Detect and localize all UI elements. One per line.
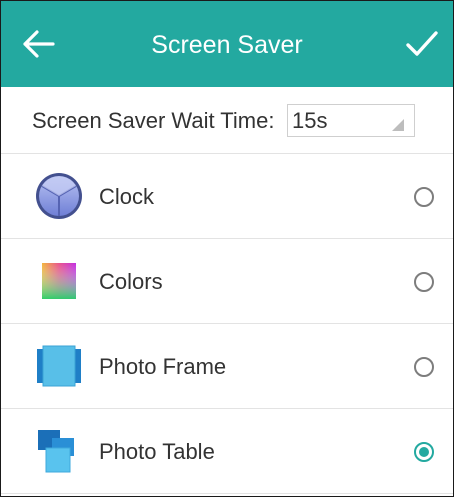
page-title: Screen Saver [151, 31, 303, 59]
title-bar: Screen Saver [1, 1, 453, 87]
clock-icon [34, 171, 84, 221]
option-clock[interactable]: Clock [1, 154, 453, 239]
option-label: Clock [99, 184, 155, 209]
option-photo-table[interactable]: Photo Table [1, 409, 453, 494]
confirm-button[interactable] [405, 27, 439, 61]
dropdown-corner-icon [392, 119, 404, 131]
radio-button[interactable] [414, 272, 434, 292]
colors-icon [34, 256, 84, 306]
radio-button[interactable] [414, 187, 434, 207]
wait-time-select[interactable]: 15s [287, 104, 415, 137]
radio-button[interactable] [414, 357, 434, 377]
wait-time-value: 15s [292, 108, 328, 133]
screen-saver-settings: Screen Saver Screen Saver Wait Time: 15s [0, 0, 454, 497]
option-colors[interactable]: Colors [1, 239, 453, 324]
radio-button-selected[interactable] [414, 442, 434, 462]
option-label: Photo Table [99, 439, 215, 464]
radio-dot [419, 447, 429, 457]
wait-time-label: Screen Saver Wait Time: [32, 108, 275, 133]
checkmark-icon [406, 31, 438, 56]
wait-time-row: Screen Saver Wait Time: 15s [1, 87, 453, 154]
option-label: Photo Frame [99, 354, 227, 379]
photo-frame-icon [34, 341, 84, 391]
option-photo-frame[interactable]: Photo Frame [1, 324, 453, 409]
option-label: Colors [99, 269, 163, 294]
photo-table-icon [34, 426, 84, 476]
